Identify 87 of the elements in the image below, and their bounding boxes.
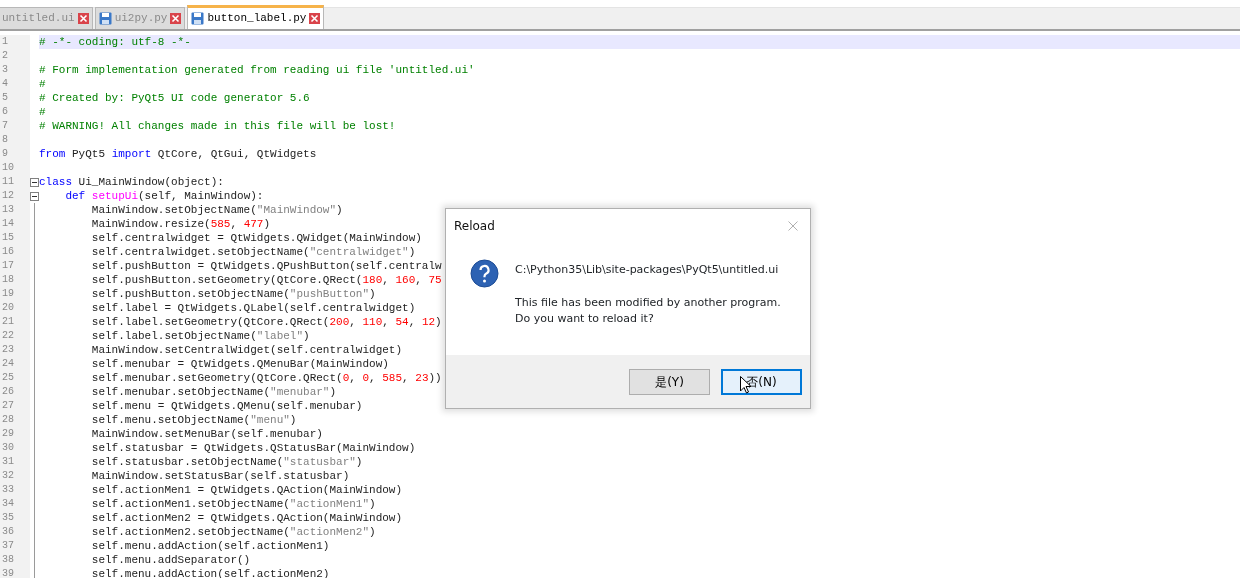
code-line: self.menubar = QtWidgets.QMenuBar(MainWindow) [90, 358, 389, 370]
dialog-title: Reload [454, 218, 495, 235]
line-number: 36 [0, 525, 30, 539]
line-number: 25 [0, 371, 30, 385]
close-icon[interactable] [170, 13, 182, 24]
code-line: MainWindow.setObjectName("MainWindow") [90, 204, 343, 216]
code-line: # [39, 78, 46, 90]
code-line: self.menubar.setGeometry(QtCore.QRect(0, 0, 585, 23)) [90, 372, 442, 384]
yes-button[interactable]: 是(Y) [629, 368, 710, 395]
line-number: 39 [0, 567, 30, 578]
collapse-icon[interactable] [30, 177, 39, 187]
question-icon [470, 259, 499, 288]
line-number: 32 [0, 469, 30, 483]
message-text: Do you want to reload it? [515, 310, 655, 327]
line-number: 12 [0, 189, 30, 203]
line-number: 24 [0, 357, 30, 371]
code-line: MainWindow.setMenuBar(self.menubar) [90, 428, 323, 440]
code-line: # Form implementation generated from reading ui file 'untitled.ui' [39, 64, 475, 76]
line-number: 9 [0, 147, 30, 161]
code-line: MainWindow.resize(585, 477) [90, 218, 271, 230]
line-number: 29 [0, 427, 30, 441]
line-number: 8 [0, 133, 30, 147]
code-line: self.statusbar.setObjectName("statusbar") [90, 456, 363, 468]
code-line: self.menu.addSeparator() [90, 554, 251, 566]
code-line: self.menubar.setObjectName("menubar") [90, 386, 337, 398]
line-number: 1 [0, 35, 30, 49]
close-icon[interactable] [77, 13, 89, 24]
code-line: self.centralwidget = QtWidgets.QWidget(MainWindow) [90, 232, 422, 244]
line-number: 4 [0, 77, 30, 91]
code-line: from PyQt5 import QtCore, QtGui, QtWidgets [39, 148, 317, 160]
line-number: 26 [0, 385, 30, 399]
line-number: 20 [0, 301, 30, 315]
line-number: 33 [0, 483, 30, 497]
code-line: self.actionMen1 = QtWidgets.QAction(MainWindow) [90, 484, 403, 496]
code-line: self.centralwidget.setObjectName("centralwidget") [90, 246, 416, 258]
collapse-icon[interactable] [30, 191, 39, 201]
code-line: self.label = QtWidgets.QLabel(self.centralwidget) [90, 302, 416, 314]
code-line: self.menu = QtWidgets.QMenu(self.menubar) [90, 400, 363, 412]
code-line: # Created by: PyQt5 UI code generator 5.6 [39, 92, 310, 104]
line-number: 28 [0, 413, 30, 427]
no-button[interactable]: 否(N) [721, 368, 802, 395]
line-number: 17 [0, 259, 30, 273]
line-number: 38 [0, 553, 30, 567]
line-number: 15 [0, 231, 30, 245]
close-icon[interactable] [309, 13, 321, 24]
line-number: 5 [0, 91, 30, 105]
file-tab[interactable]: button_label.py [187, 5, 325, 29]
message-text: This file has been modified by another program. [515, 294, 781, 311]
code-line: self.label.setGeometry(QtCore.QRect(200, 110, 54, 12) [90, 316, 442, 328]
code-line: self.menu.addAction(self.actionMen1) [90, 540, 330, 552]
line-number: 35 [0, 511, 30, 525]
line-number: 2 [0, 49, 30, 63]
code-line: self.label.setObjectName("label") [90, 330, 310, 342]
code-line: # -*- coding: utf-8 -*- [39, 36, 191, 48]
code-line: class Ui_MainWindow(object): [39, 176, 224, 188]
line-number: 22 [0, 329, 30, 343]
code-line: MainWindow.setCentralWidget(self.centralwidget) [90, 344, 403, 356]
line-number: 34 [0, 497, 30, 511]
line-number: 37 [0, 539, 30, 553]
code-line: self.menu.setObjectName("menu") [90, 414, 297, 426]
code-line: # WARNING! All changes made in this file will be lost! [39, 120, 396, 132]
line-number: 11 [0, 175, 30, 189]
line-number: 3 [0, 63, 30, 77]
code-line: self.pushButton = QtWidgets.QPushButton(self.centralw [90, 260, 442, 272]
line-number: 18 [0, 273, 30, 287]
code-line: # [39, 106, 46, 118]
line-number: 13 [0, 203, 30, 217]
file-path: C:\Python35\Lib\site-packages\PyQt5\untitled.ui [515, 262, 780, 278]
line-number: 19 [0, 287, 30, 301]
line-number: 23 [0, 343, 30, 357]
line-number: 16 [0, 245, 30, 259]
code-line: def setupUi(self, MainWindow): [64, 190, 264, 202]
line-number: 27 [0, 399, 30, 413]
line-number: 7 [0, 119, 30, 133]
code-line: self.actionMen1.setObjectName("actionMen1") [90, 498, 376, 510]
code-line: self.actionMen2 = QtWidgets.QAction(MainWindow) [90, 512, 403, 524]
line-number: 6 [0, 105, 30, 119]
code-line: MainWindow.setStatusBar(self.statusbar) [90, 470, 350, 482]
line-number: 31 [0, 455, 30, 469]
code-line: self.pushButton.setObjectName("pushButton") [90, 288, 376, 300]
code-line: self.actionMen2.setObjectName("actionMen2") [90, 526, 376, 538]
line-number: 14 [0, 217, 30, 231]
line-number: 30 [0, 441, 30, 455]
code-line: self.pushButton.setGeometry(QtCore.QRect(180, 160, 75 [90, 274, 442, 286]
line-number: 21 [0, 315, 30, 329]
line-number: 10 [0, 161, 30, 175]
code-line: self.statusbar = QtWidgets.QStatusBar(MainWindow) [90, 442, 416, 454]
